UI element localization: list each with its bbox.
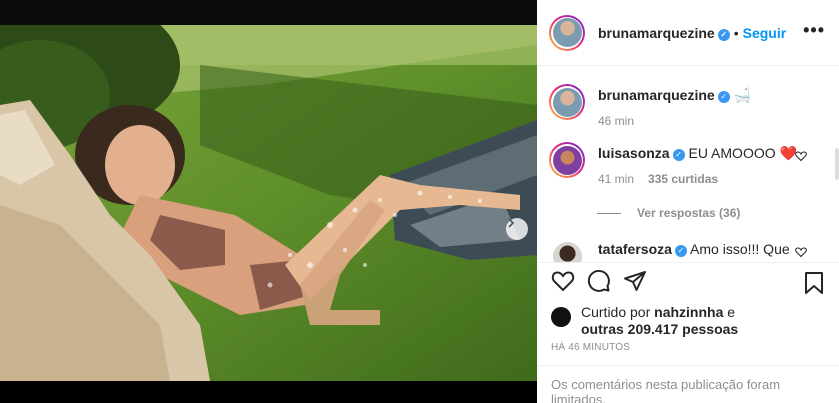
media-top-strip: [0, 0, 537, 25]
like-comment-heart-icon[interactable]: [795, 246, 807, 258]
comment-item: luisasonza ✓ EU AMOOOO ❤️ 41 min 335 curt…: [549, 142, 827, 186]
instagram-post-view: brunamarquezine ✓ • Seguir ••• brunamarqu…: [0, 0, 839, 403]
photo-illustration: [0, 25, 537, 381]
save-bookmark-icon[interactable]: [803, 271, 825, 295]
comment-text: EU AMOOOO: [688, 145, 776, 161]
view-replies-button[interactable]: Ver respostas (36): [597, 206, 827, 220]
share-paper-plane-icon[interactable]: [623, 269, 647, 293]
comment-bubble-icon[interactable]: [587, 269, 611, 293]
view-replies-label: Ver respostas (36): [637, 206, 741, 220]
verified-badge-icon: ✓: [717, 28, 730, 41]
post-media-area: [0, 0, 537, 403]
author-avatar[interactable]: [549, 14, 585, 51]
comment-item: tatafersoza ✓ Amo isso!!! Que: [549, 238, 827, 262]
media-bottom-strip: [0, 381, 537, 403]
caption-author-avatar[interactable]: [549, 84, 585, 120]
likes-prefix: Curtido por: [581, 304, 651, 320]
verified-badge-icon: ✓: [672, 149, 685, 161]
follow-button[interactable]: Seguir: [743, 25, 787, 41]
commenter-username[interactable]: luisasonza: [598, 145, 670, 161]
author-username[interactable]: brunamarquezine ✓: [598, 25, 730, 41]
verified-badge-icon: ✓: [717, 91, 730, 103]
chevron-right-icon: [508, 218, 515, 228]
post-header: brunamarquezine ✓ • Seguir •••: [537, 0, 839, 66]
likes-connector: e: [727, 304, 736, 320]
verified-badge-icon: ✓: [674, 245, 687, 257]
header-separator: •: [733, 24, 739, 41]
commenter-avatar[interactable]: [549, 238, 585, 262]
comments-section: brunamarquezine ✓ 🛁 46 min luisasonza ✓ EU…: [537, 66, 839, 262]
caption-item: brunamarquezine ✓ 🛁 46 min: [549, 84, 827, 128]
caption-time[interactable]: 46 min: [598, 114, 634, 128]
comments-limited-notice: Os comentários nesta publicação foram li…: [537, 365, 839, 403]
post-side-panel: brunamarquezine ✓ • Seguir ••• brunamarqu…: [537, 0, 839, 403]
post-actions-bar: [537, 262, 839, 298]
like-comment-heart-icon[interactable]: [795, 150, 807, 162]
comment-text: Amo isso!!! Que: [690, 241, 790, 257]
bathtub-emoji: 🛁: [733, 87, 752, 103]
next-slide-button[interactable]: [506, 218, 528, 240]
likes-summary: Curtido por nahzinnha e outras 209.417 p…: [537, 298, 839, 340]
caption-username[interactable]: brunamarquezine: [598, 87, 715, 103]
commenter-username[interactable]: tatafersoza: [598, 241, 672, 257]
liker-username[interactable]: nahzinnha: [654, 304, 723, 320]
replies-divider: [597, 212, 621, 214]
like-heart-icon[interactable]: [551, 269, 575, 293]
liker-avatar[interactable]: [551, 307, 571, 327]
comment-time[interactable]: 41 min: [598, 172, 634, 186]
commenter-avatar[interactable]: [549, 142, 585, 178]
comment-likes[interactable]: 335 curtidas: [648, 172, 718, 186]
more-options-icon[interactable]: •••: [803, 21, 825, 39]
likes-count-link[interactable]: outras 209.417 pessoas: [581, 321, 738, 337]
comments-scrollbar[interactable]: [835, 148, 839, 180]
post-photo[interactable]: [0, 25, 537, 381]
